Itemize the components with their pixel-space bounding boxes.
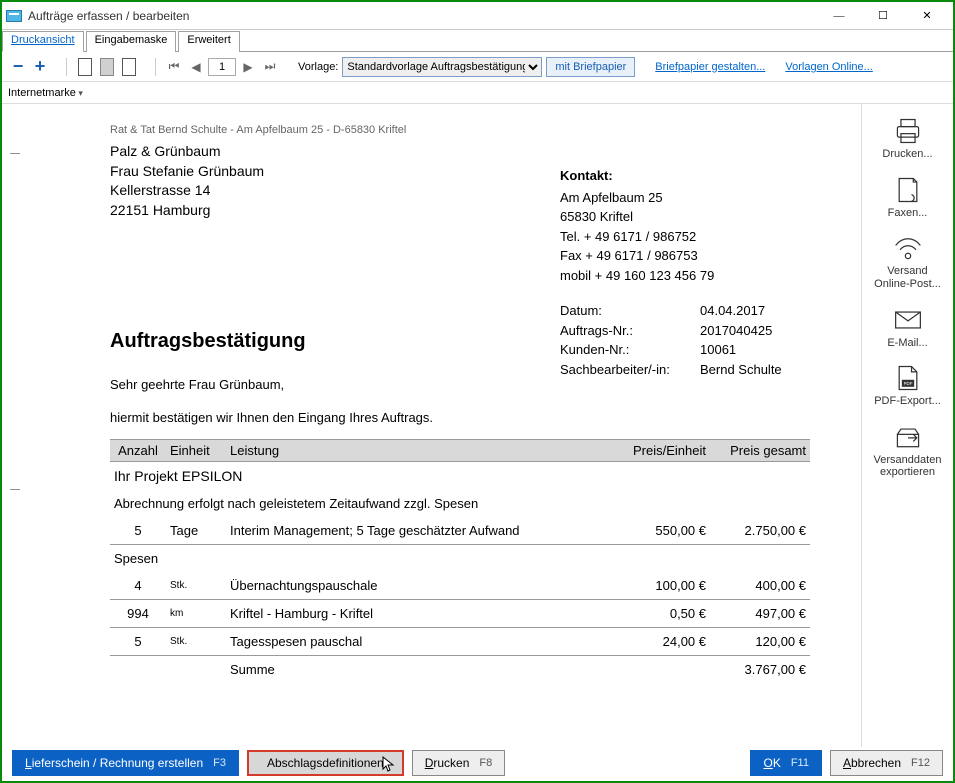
online-post-button[interactable]: VersandOnline-Post... [866, 229, 950, 294]
briefpapier-button[interactable]: mit Briefpapier [546, 57, 635, 77]
col-total: Preis gesamt [710, 440, 810, 462]
ok-button[interactable]: OK F11 [750, 750, 822, 776]
meta-date-k: Datum: [560, 301, 700, 321]
meta-order-v: 2017040425 [700, 321, 772, 341]
abbrechen-button[interactable]: Abbrechen F12 [830, 750, 943, 776]
contact-l2: 65830 Kriftel [560, 207, 782, 227]
table-row: 5 Stk. Tagesspesen pauschal 24,00 € 120,… [110, 628, 810, 656]
svg-text:PDF: PDF [903, 381, 912, 386]
table-row: 4 Stk. Übernachtungspauschale 100,00 € 4… [110, 572, 810, 600]
spesen-label: Spesen [110, 545, 810, 573]
abschlagsdefinitionen-button[interactable]: Abschlagsdefinitionen [247, 750, 404, 776]
export-shipping-button[interactable]: Versanddatenexportieren [866, 418, 950, 483]
meta-date-v: 04.04.2017 [700, 301, 765, 321]
zoom-out-icon[interactable]: − [8, 57, 28, 77]
table-row: 5 Tage Interim Management; 5 Tage geschä… [110, 517, 810, 545]
meta-order-k: Auftrags-Nr.: [560, 321, 700, 341]
col-unit: Einheit [166, 440, 226, 462]
contact-block: Kontakt: Am Apfelbaum 25 65830 Kriftel T… [560, 166, 782, 379]
app-icon [6, 10, 22, 22]
envelope-icon [890, 305, 926, 335]
document-page: Rat & Tat Bernd Schulte - Am Apfelbaum 2… [20, 112, 840, 713]
nav-first-icon[interactable]: ⏮ [164, 57, 184, 77]
salutation: Sehr geehrte Frau Grünbaum, [110, 377, 810, 392]
pdf-icon: PDF [890, 363, 926, 393]
meta-clerk-v: Bernd Schulte [700, 360, 782, 380]
contact-l1: Am Apfelbaum 25 [560, 188, 782, 208]
project-title: Ihr Projekt EPSILON [110, 462, 810, 491]
nav-last-icon[interactable]: ⏭ [260, 57, 280, 77]
tab-eingabemaske[interactable]: Eingabemaske [86, 31, 177, 52]
col-qty: Anzahl [110, 440, 166, 462]
minimize-button[interactable]: — [817, 3, 861, 29]
meta-clerk-k: Sachbearbeiter/-in: [560, 360, 700, 380]
billing-note: Abrechnung erfolgt nach geleistetem Zeit… [110, 490, 810, 517]
tab-erweitert[interactable]: Erweitert [178, 31, 239, 52]
fax-icon [890, 175, 926, 205]
contact-heading: Kontakt: [560, 166, 782, 186]
link-briefpapier-gestalten[interactable]: Briefpapier gestalten... [655, 61, 765, 73]
sum-total: 3.767,00 € [710, 656, 810, 684]
col-desc: Leistung [226, 440, 610, 462]
view-tabs: Druckansicht Eingabemaske Erweitert [2, 30, 953, 52]
sum-label: Summe [226, 656, 610, 684]
page-single-icon[interactable] [75, 57, 95, 77]
box-export-icon [890, 422, 926, 452]
preview-area[interactable]: —— Rat & Tat Bernd Schulte - Am Apfelbau… [2, 104, 861, 747]
wifi-icon [890, 233, 926, 263]
lieferschein-button[interactable]: LLieferschein / Rechnung erstelleniefers… [12, 750, 239, 776]
intro-text: hiermit bestätigen wir Ihnen den Eingang… [110, 410, 810, 425]
page-multi-icon[interactable] [119, 57, 139, 77]
document-meta: Datum:04.04.2017 Auftrags-Nr.:2017040425… [560, 301, 782, 379]
sum-row: Summe 3.767,00 € [110, 656, 810, 684]
close-button[interactable]: ✕ [905, 3, 949, 29]
print-button[interactable]: Drucken... [866, 112, 950, 165]
titlebar: Aufträge erfassen / bearbeiten — ☐ ✕ [2, 2, 953, 30]
items-table: Anzahl Einheit Leistung Preis/Einheit Pr… [110, 439, 810, 683]
contact-l4: Fax + 49 6171 / 986753 [560, 246, 782, 266]
vorlage-label: Vorlage: [298, 61, 338, 73]
pdf-export-button[interactable]: PDF PDF-Export... [866, 359, 950, 412]
contact-l3: Tel. + 49 6171 / 986752 [560, 227, 782, 247]
page-number-input[interactable] [208, 58, 236, 76]
contact-l5: mobil + 49 160 123 456 79 [560, 266, 782, 286]
page-current-icon[interactable] [97, 57, 117, 77]
maximize-button[interactable]: ☐ [861, 3, 905, 29]
cursor-icon [382, 756, 396, 774]
recipient-l1: Palz & Grünbaum [110, 142, 810, 162]
fax-button[interactable]: Faxen... [866, 171, 950, 224]
tab-druckansicht[interactable]: Druckansicht [2, 31, 84, 52]
email-button[interactable]: E-Mail... [866, 301, 950, 354]
drucken-button[interactable]: Drucken F8 [412, 750, 506, 776]
nav-next-icon[interactable]: ▶ [238, 57, 258, 77]
col-price: Preis/Einheit [610, 440, 710, 462]
sender-line: Rat & Tat Bernd Schulte - Am Apfelbaum 2… [110, 124, 810, 136]
internetmarke-dropdown[interactable]: Internetmarke [8, 87, 83, 99]
vorlage-select[interactable]: Standardvorlage Auftragsbestätigung [342, 57, 542, 77]
printer-icon [890, 116, 926, 146]
meta-cust-v: 10061 [700, 340, 736, 360]
nav-prev-icon[interactable]: ◀ [186, 57, 206, 77]
zoom-in-icon[interactable]: + [30, 57, 50, 77]
toolbar: − + ⏮ ◀ ▶ ⏭ Vorlage: Standardvorlage Auf… [2, 52, 953, 82]
link-vorlagen-online[interactable]: Vorlagen Online... [785, 61, 872, 73]
actions-sidebar: Drucken... Faxen... VersandOnline-Post..… [861, 104, 953, 747]
window-title: Aufträge erfassen / bearbeiten [28, 9, 817, 23]
meta-cust-k: Kunden-Nr.: [560, 340, 700, 360]
footer-bar: LLieferschein / Rechnung erstelleniefers… [4, 747, 951, 779]
table-row: 994 km Kriftel - Hamburg - Kriftel 0,50 … [110, 600, 810, 628]
subtoolbar: Internetmarke [2, 82, 953, 104]
